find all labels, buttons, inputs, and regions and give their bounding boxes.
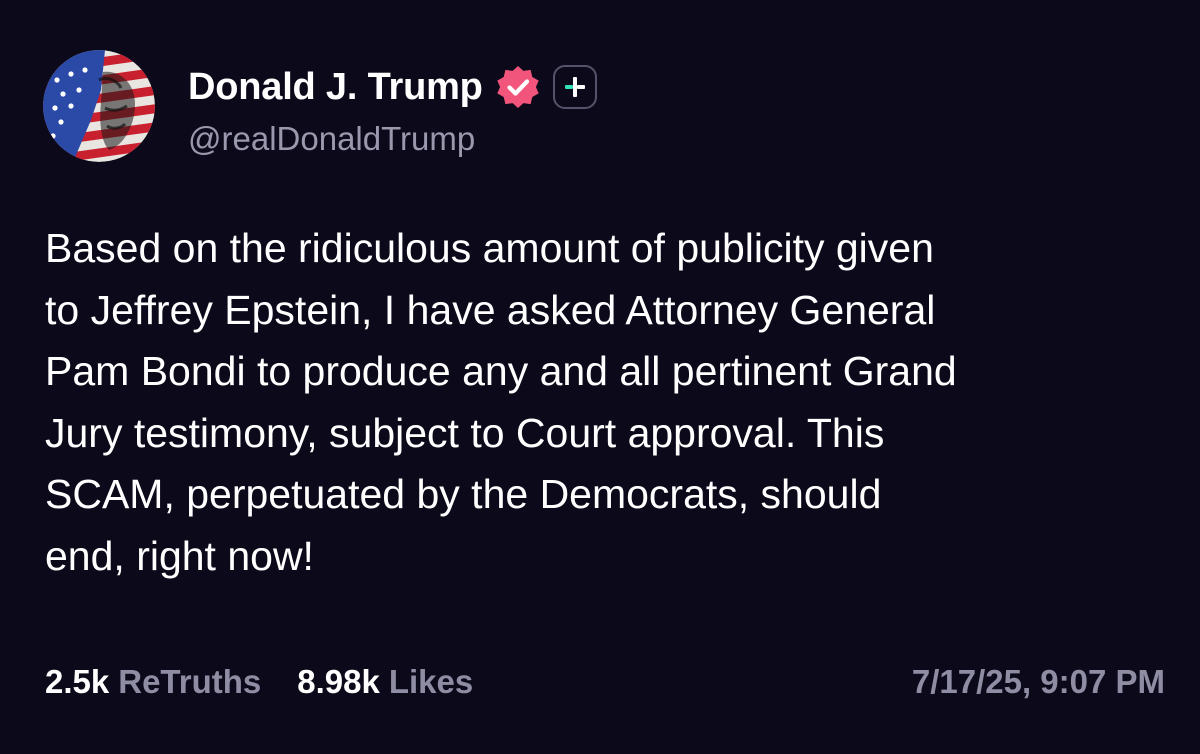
post-text-line: SCAM, perpetuated by the Democrats, shou… — [45, 471, 882, 517]
likes-count: 8.98k — [297, 663, 380, 700]
post-text: Based on the ridiculous amount of public… — [45, 218, 1165, 587]
flag-portrait-avatar-icon — [43, 50, 155, 162]
post-stats: 2.5k ReTruths 8.98k Likes — [45, 660, 473, 704]
post-text-line: Jury testimony, subject to Court approva… — [45, 409, 885, 456]
author-name-row: Donald J. Trump — [188, 62, 597, 112]
plus-badge-icon — [564, 77, 585, 97]
plus-badge-button[interactable] — [552, 65, 597, 109]
retruths-stat[interactable]: 2.5k ReTruths — [45, 663, 261, 701]
author-display-name[interactable]: Donald J. Trump — [188, 66, 483, 109]
retruths-label: ReTruths — [118, 663, 262, 700]
truth-post-card: Donald J. Trump @realDonaldTrump Based o… — [0, 0, 1200, 754]
post-timestamp[interactable]: 7/17/25, 9:07 PM — [912, 660, 1165, 704]
likes-label: Likes — [388, 663, 474, 700]
author-handle[interactable]: @realDonaldTrump — [188, 120, 475, 158]
post-text-line: to Jeffrey Epstein, I have asked Attorne… — [45, 286, 936, 333]
likes-stat[interactable]: 8.98k Likes — [297, 663, 473, 701]
retruths-count: 2.5k — [45, 663, 110, 700]
post-text-line: Based on the ridiculous amount of public… — [45, 225, 934, 271]
post-text-line: Pam Bondi to produce any and all pertine… — [45, 348, 957, 394]
verified-badge-icon — [497, 66, 539, 108]
post-text-line: end, right now! — [45, 532, 314, 579]
author-avatar[interactable] — [43, 50, 155, 162]
